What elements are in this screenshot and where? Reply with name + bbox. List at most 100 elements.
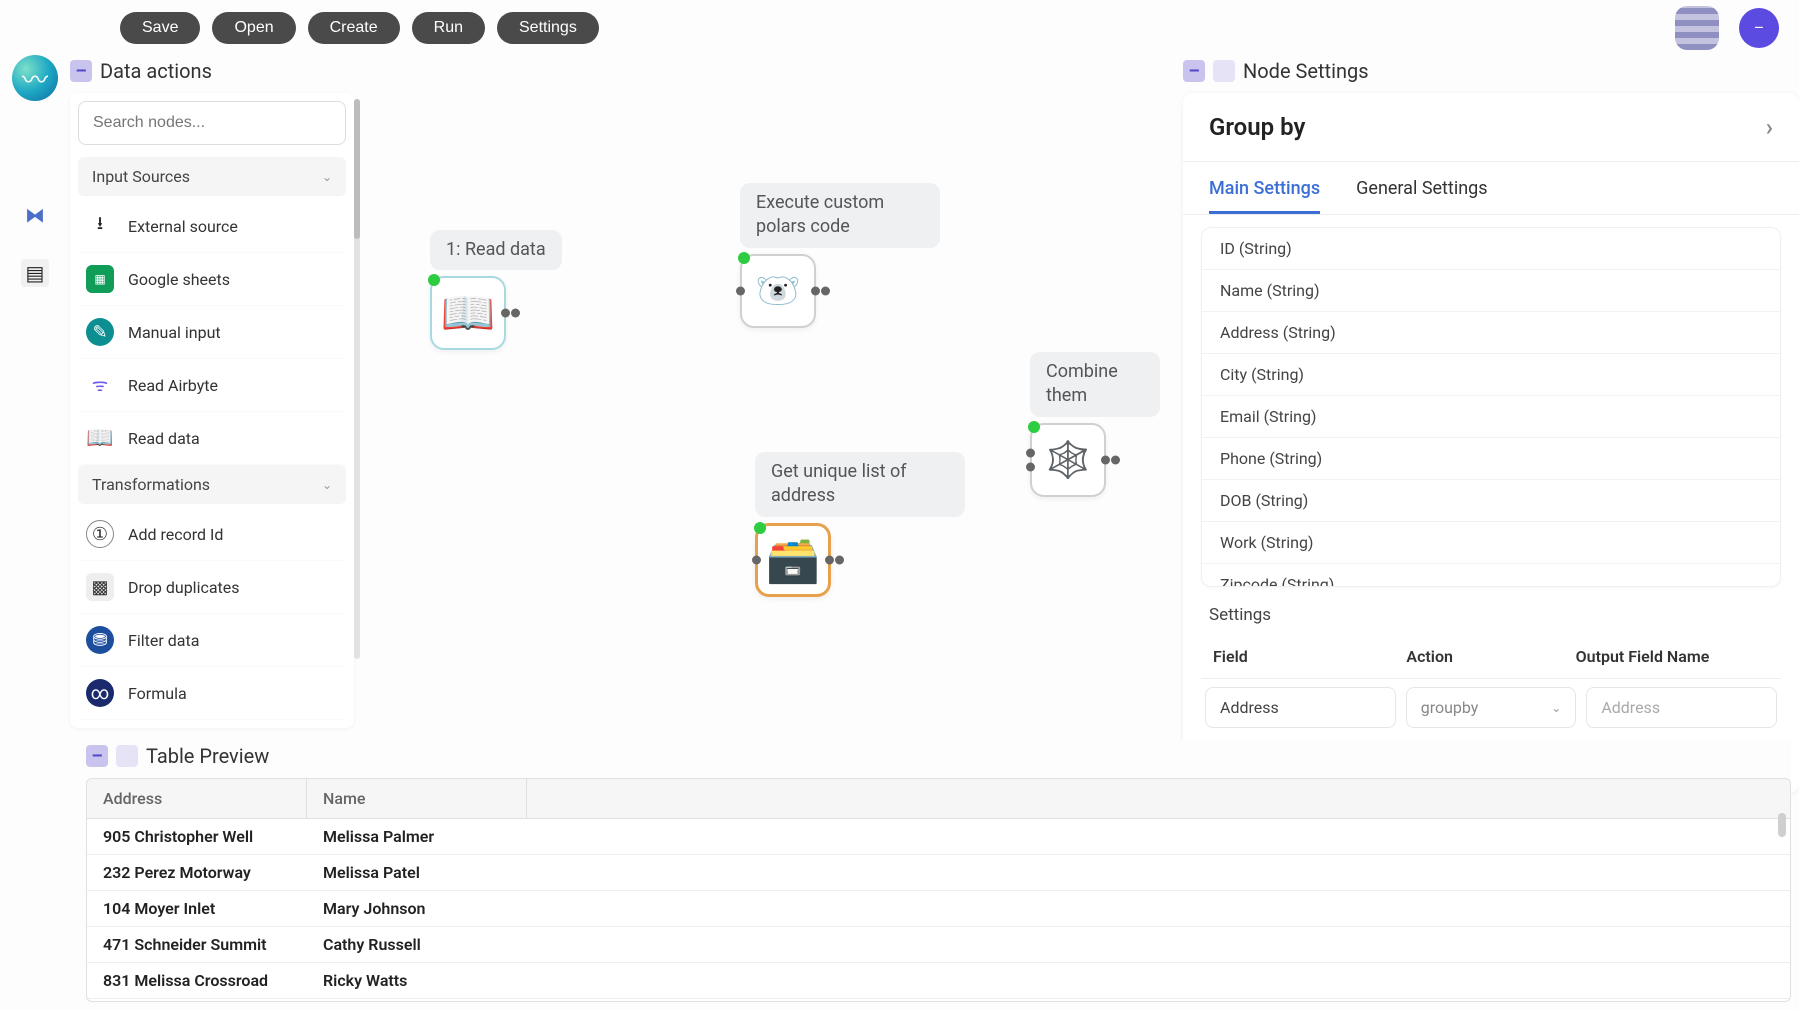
- settings-button[interactable]: Settings: [497, 12, 599, 44]
- collapse-button[interactable]: –: [86, 745, 108, 767]
- formula-icon: ∞: [86, 679, 114, 707]
- output-cell[interactable]: Address: [1586, 687, 1777, 728]
- create-button[interactable]: Create: [308, 12, 400, 44]
- sheets-icon: ▦: [86, 265, 114, 293]
- node-unique-address[interactable]: Get unique list of address 🗃️: [755, 452, 965, 597]
- flow-icon[interactable]: ⧓: [21, 201, 49, 229]
- field-item[interactable]: Work (String): [1202, 522, 1780, 564]
- palette-filter-data[interactable]: ⛃Filter data: [78, 614, 346, 667]
- palette-manual-input[interactable]: ✎Manual input: [78, 306, 346, 359]
- avatar[interactable]: –: [1739, 8, 1779, 48]
- field-item[interactable]: City (String): [1202, 354, 1780, 396]
- group-transformations[interactable]: Transformations ⌄: [78, 465, 346, 504]
- node-settings-title: Node Settings: [1243, 59, 1369, 83]
- table-header-address[interactable]: Address: [87, 779, 307, 818]
- palette-read-airbyte[interactable]: ᯤRead Airbyte: [78, 359, 346, 412]
- field-item[interactable]: ID (String): [1202, 228, 1780, 270]
- node-read-data[interactable]: 1: Read data 📖: [430, 230, 562, 350]
- table-preview-panel: – Table Preview Address Name 905 Christo…: [86, 740, 1791, 1002]
- table-header-name[interactable]: Name: [307, 779, 527, 818]
- palette-formula[interactable]: ∞Formula: [78, 667, 346, 720]
- palette-read-data[interactable]: 📖Read data: [78, 412, 346, 465]
- tab-main-settings[interactable]: Main Settings: [1209, 178, 1320, 214]
- save-button[interactable]: Save: [120, 12, 200, 44]
- chevron-right-icon: ›: [1766, 113, 1773, 141]
- search-input[interactable]: [78, 101, 346, 145]
- output-port[interactable]: [511, 309, 520, 318]
- settings-subtitle: Settings: [1183, 599, 1799, 635]
- field-item[interactable]: Name (String): [1202, 270, 1780, 312]
- palette-google-sheets[interactable]: ▦Google sheets: [78, 253, 346, 306]
- status-dot-icon: [754, 522, 766, 534]
- download-icon: ⭳: [86, 212, 114, 240]
- node-label: 1: Read data: [430, 230, 562, 270]
- status-dot-icon: [1028, 421, 1040, 433]
- collapse-button[interactable]: –: [1183, 60, 1205, 82]
- field-item[interactable]: Zipcode (String): [1202, 564, 1780, 587]
- input-port[interactable]: [752, 555, 761, 564]
- output-port[interactable]: [1111, 455, 1120, 464]
- icon-strip: 〰 ⧓ ▤: [0, 55, 70, 1010]
- scrollbar[interactable]: [1778, 813, 1786, 837]
- node-palette: Input Sources ⌄ ⭳External source ▦Google…: [70, 93, 354, 728]
- output-port[interactable]: [811, 286, 820, 295]
- settings-title: Group by: [1209, 113, 1305, 141]
- wave-logo-icon[interactable]: 〰: [12, 55, 58, 101]
- combine-icon: 🕸️: [1046, 439, 1091, 481]
- table-row[interactable]: 104 Moyer InletMary Johnson: [87, 891, 1790, 927]
- input-port[interactable]: [1026, 448, 1035, 457]
- output-port[interactable]: [835, 555, 844, 564]
- table-row[interactable]: 205 Jeffrey LocksJudy Woods: [87, 999, 1790, 1001]
- output-port[interactable]: [825, 555, 834, 564]
- filter-icon: ⛃: [86, 626, 114, 654]
- settings-row: Address groupby⌄ Address: [1201, 679, 1781, 736]
- group-input-sources[interactable]: Input Sources ⌄: [78, 157, 346, 196]
- table-row[interactable]: 471 Schneider SummitCathy Russell: [87, 927, 1790, 963]
- chevron-down-icon: ⌄: [322, 478, 332, 492]
- action-select[interactable]: groupby⌄: [1406, 687, 1577, 728]
- input-port[interactable]: [736, 286, 745, 295]
- panel-handle[interactable]: [1213, 60, 1235, 82]
- palette-add-record-id[interactable]: ①Add record Id: [78, 508, 346, 561]
- notebook-icon[interactable]: ▤: [21, 259, 49, 287]
- table-header-empty: [527, 779, 1790, 818]
- polars-icon: 🐻‍❄️: [756, 270, 801, 312]
- field-item[interactable]: DOB (String): [1202, 480, 1780, 522]
- chevron-down-icon: ⌄: [322, 170, 332, 184]
- table-row[interactable]: 232 Perez MotorwayMelissa Patel: [87, 855, 1790, 891]
- field-item[interactable]: Email (String): [1202, 396, 1780, 438]
- panel-handle[interactable]: [116, 745, 138, 767]
- output-port[interactable]: [501, 309, 510, 318]
- status-dot-icon: [428, 274, 440, 286]
- collapse-button[interactable]: –: [70, 60, 92, 82]
- field-item[interactable]: Address (String): [1202, 312, 1780, 354]
- col-action: Action: [1406, 647, 1575, 666]
- group-label: Transformations: [92, 475, 210, 494]
- node-label: Get unique list of address: [755, 452, 965, 517]
- book-icon: 📖: [86, 424, 114, 452]
- field-cell[interactable]: Address: [1205, 687, 1396, 728]
- node-label: Combine them: [1030, 352, 1160, 417]
- table-row[interactable]: 831 Melissa CrossroadRicky Watts: [87, 963, 1790, 999]
- table-row[interactable]: 905 Christopher WellMelissa Palmer: [87, 819, 1790, 855]
- toolbar: Save Open Create Run Settings –: [0, 0, 1799, 55]
- groupby-icon: 🗃️: [766, 534, 821, 586]
- output-port[interactable]: [1101, 455, 1110, 464]
- duplicates-icon: ▩: [86, 573, 114, 601]
- node-combine[interactable]: Combine them 🕸️: [1030, 352, 1160, 497]
- palette-drop-duplicates[interactable]: ▩Drop duplicates: [78, 561, 346, 614]
- palette-external-source[interactable]: ⭳External source: [78, 200, 346, 253]
- open-button[interactable]: Open: [212, 12, 295, 44]
- app-logo-icon[interactable]: [1675, 6, 1719, 50]
- run-button[interactable]: Run: [412, 12, 485, 44]
- chevron-down-icon: ⌄: [1551, 701, 1561, 715]
- field-item[interactable]: Phone (String): [1202, 438, 1780, 480]
- status-dot-icon: [738, 252, 750, 264]
- airbyte-icon: ᯤ: [86, 371, 114, 399]
- tab-general-settings[interactable]: General Settings: [1356, 178, 1487, 214]
- settings-header[interactable]: Group by ›: [1183, 93, 1799, 162]
- output-port[interactable]: [821, 286, 830, 295]
- node-polars[interactable]: Execute custom polars code 🐻‍❄️: [740, 183, 940, 328]
- input-port[interactable]: [1026, 462, 1035, 471]
- group-label: Input Sources: [92, 167, 190, 186]
